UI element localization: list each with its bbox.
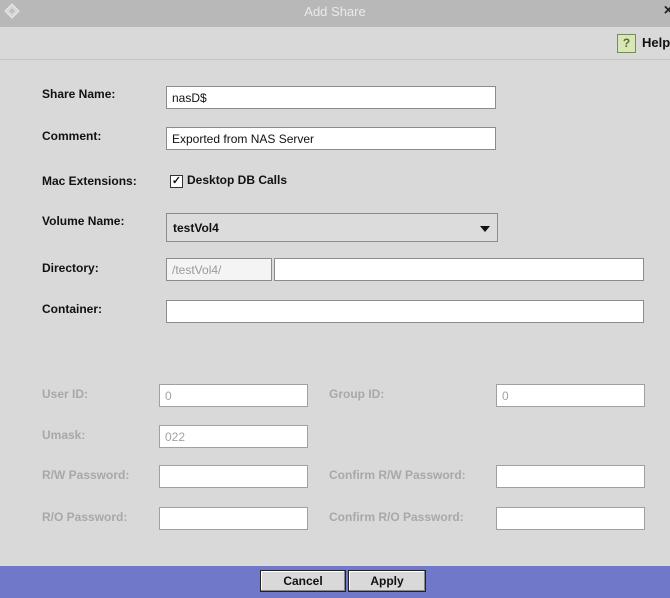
comment-field[interactable]: Exported from NAS Server: [166, 127, 496, 150]
confirm-rw-password-label: Confirm R/W Password:: [329, 468, 466, 482]
cancel-button[interactable]: Cancel: [260, 570, 346, 592]
add-share-dialog: Add Share × ? Help Share Name: nasD$ Com…: [0, 0, 670, 598]
confirm-ro-password-label: Confirm R/O Password:: [329, 510, 464, 524]
ro-password-label: R/O Password:: [42, 510, 128, 524]
title-bar[interactable]: Add Share ×: [0, 0, 670, 27]
user-id-field[interactable]: 0: [159, 384, 308, 407]
container-field[interactable]: [166, 300, 644, 323]
directory-field[interactable]: [274, 258, 644, 281]
share-name-field[interactable]: nasD$: [166, 86, 496, 109]
group-id-field[interactable]: 0: [496, 384, 645, 407]
volume-name-value: testVol4: [173, 221, 219, 235]
comment-label: Comment:: [42, 129, 102, 143]
directory-label: Directory:: [42, 261, 99, 275]
rw-password-field[interactable]: [159, 465, 308, 488]
mac-extensions-label: Mac Extensions:: [42, 174, 137, 188]
rw-password-label: R/W Password:: [42, 468, 130, 482]
ro-password-field[interactable]: [159, 507, 308, 530]
user-id-label: User ID:: [42, 387, 89, 401]
desktop-db-calls-label[interactable]: Desktop DB Calls: [187, 173, 287, 187]
toolbar: [0, 27, 670, 60]
umask-field[interactable]: 022: [159, 425, 308, 448]
volume-name-dropdown[interactable]: testVol4: [166, 213, 498, 242]
confirm-ro-password-field[interactable]: [496, 507, 645, 530]
chevron-down-icon[interactable]: [480, 226, 490, 232]
window-title: Add Share: [304, 4, 366, 19]
group-id-label: Group ID:: [329, 387, 385, 401]
share-name-label: Share Name:: [42, 87, 116, 101]
directory-prefix-field: /testVol4/: [166, 258, 272, 281]
container-label: Container:: [42, 302, 102, 316]
apply-button[interactable]: Apply: [348, 570, 426, 592]
umask-label: Umask:: [42, 428, 86, 442]
close-icon[interactable]: ×: [664, 2, 670, 20]
desktop-db-calls-checkbox[interactable]: ✓: [170, 175, 183, 188]
help-icon[interactable]: ?: [617, 34, 636, 53]
confirm-rw-password-field[interactable]: [496, 465, 645, 488]
volume-name-label: Volume Name:: [42, 214, 125, 228]
help-link[interactable]: Help: [642, 35, 670, 50]
